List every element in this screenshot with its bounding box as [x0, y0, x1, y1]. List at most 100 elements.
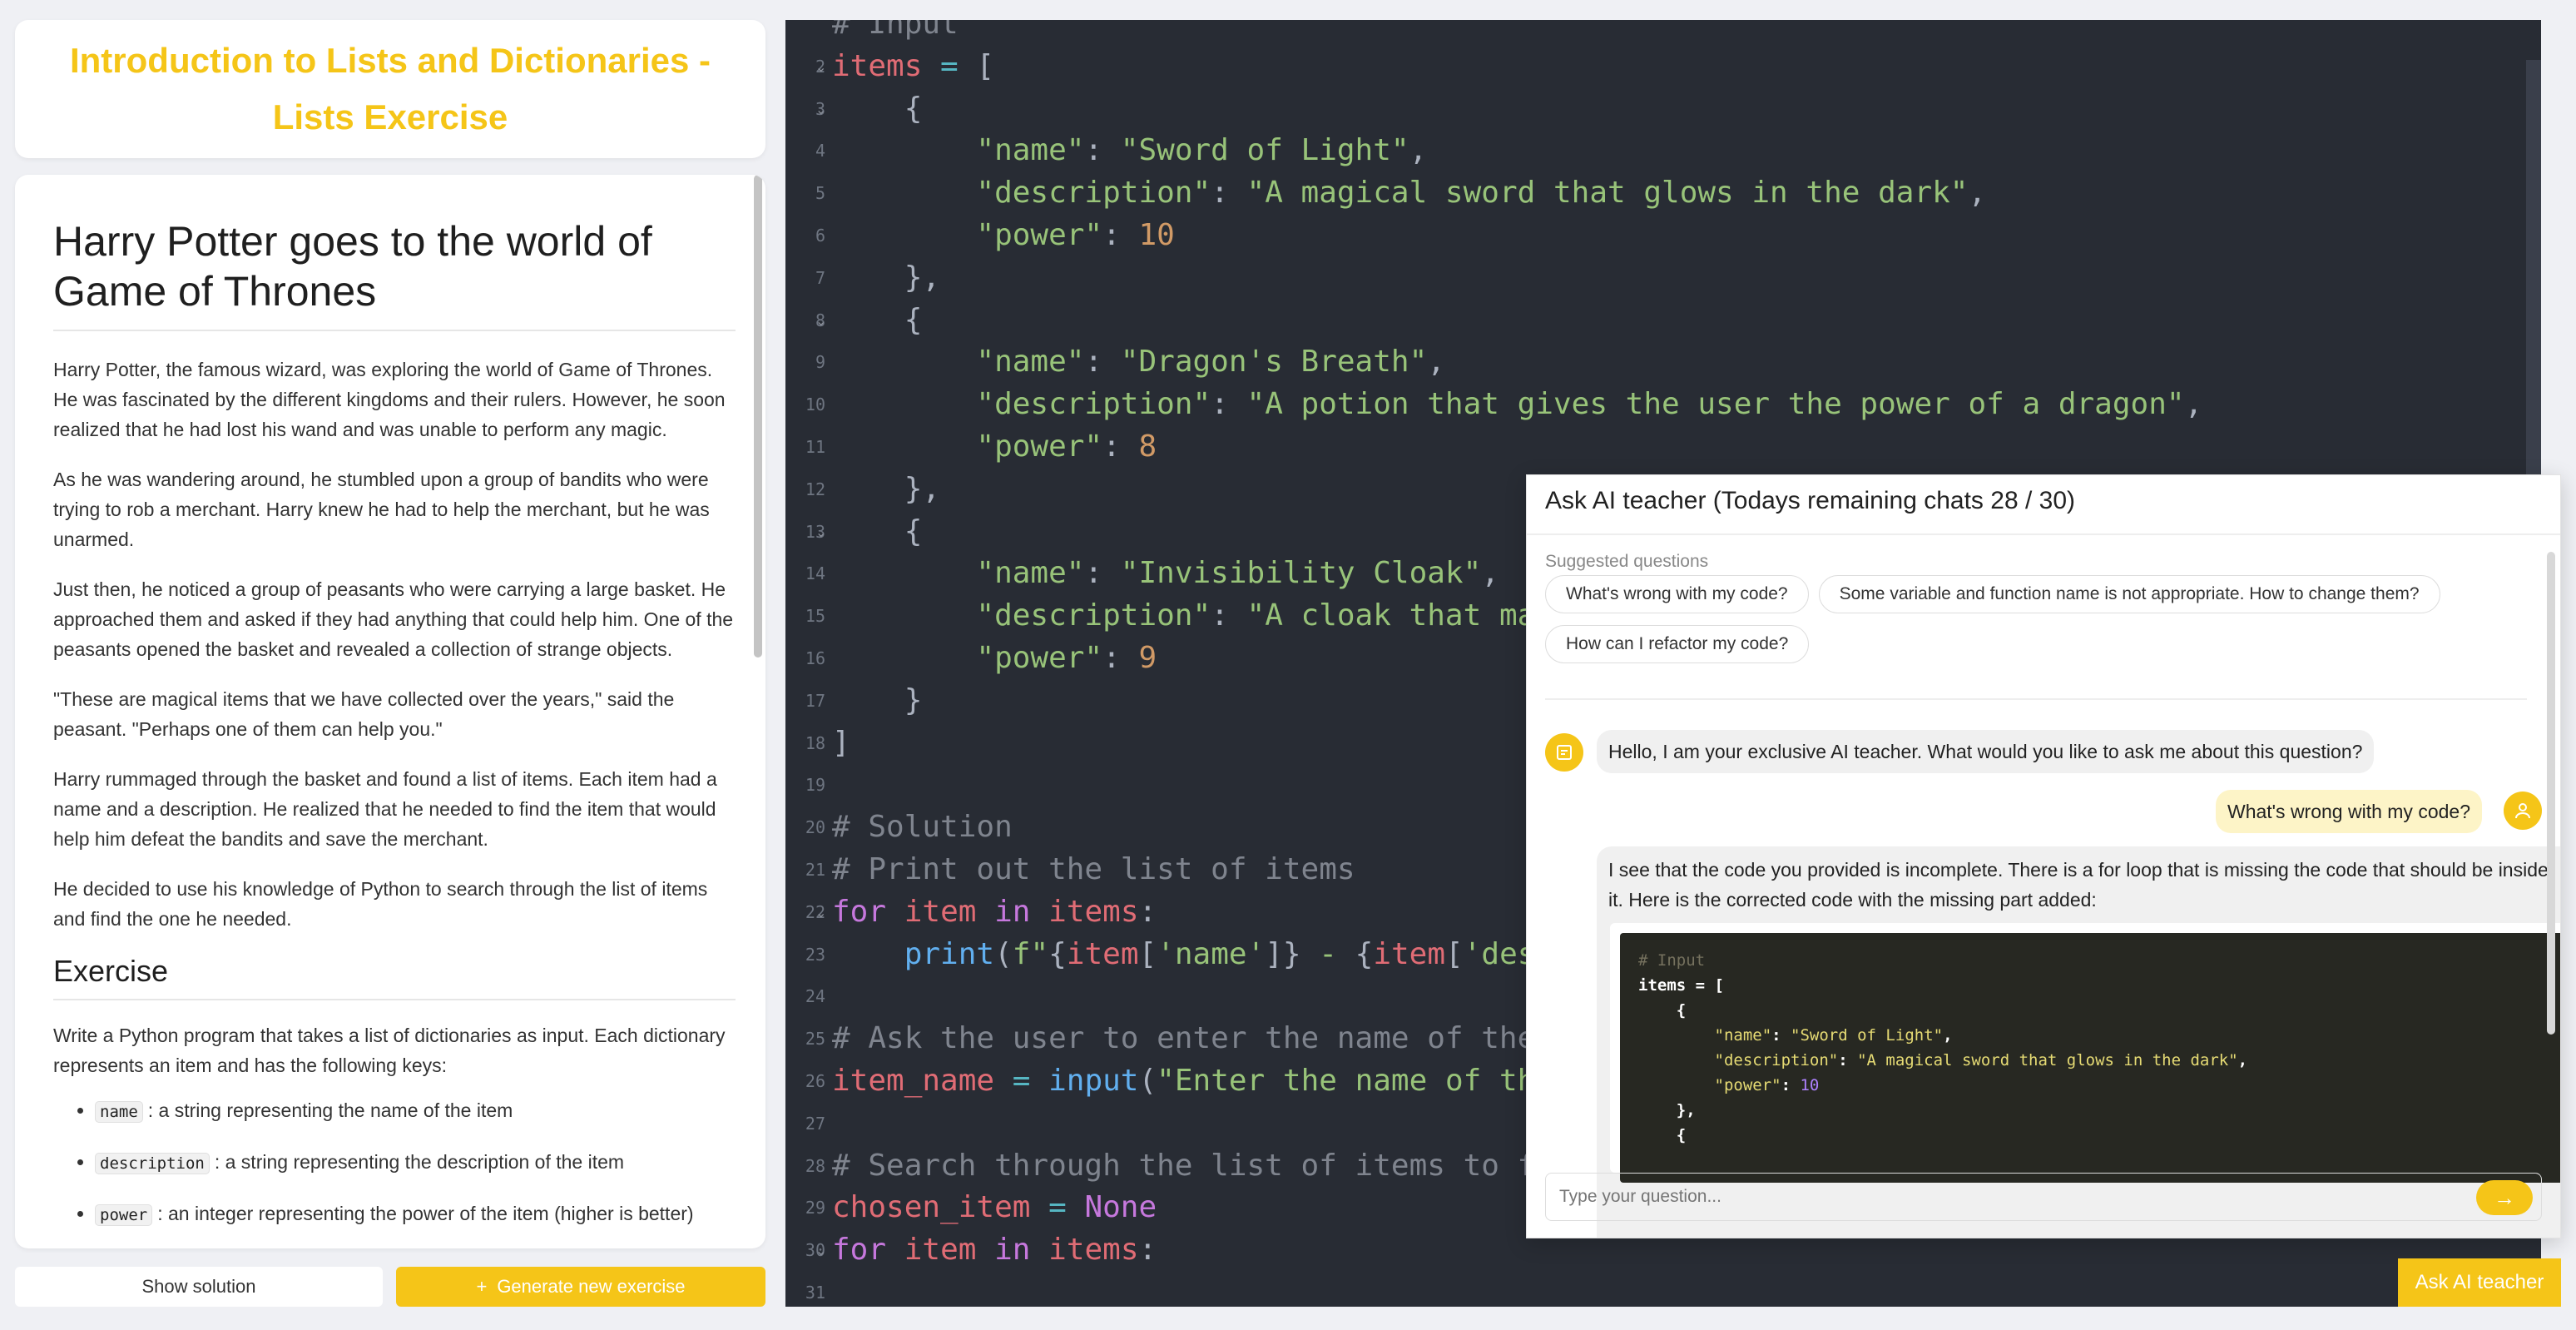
app-root: Introduction to Lists and Dictionaries -… [0, 0, 2576, 1330]
code-line[interactable]: { [832, 300, 923, 341]
code-line[interactable]: for item in items: [832, 1229, 1157, 1271]
code-line[interactable]: item_name = input("Enter the name of the [832, 1060, 1553, 1102]
ai-teacher-chat-panel: Ask AI teacher (Todays remaining chats 2… [1526, 474, 2561, 1238]
show-solution-button[interactable]: Show solution [15, 1267, 383, 1307]
code-line[interactable]: "power": 9 [832, 638, 1157, 679]
code-line[interactable]: "description": "A cloak that mak [832, 595, 1553, 637]
code-token: # Solution [832, 810, 1013, 845]
suggestion-chip-rename[interactable]: Some variable and function name is not a… [1818, 575, 2440, 613]
code-line[interactable]: { [832, 88, 923, 130]
code-token: "Sword of Light" [1120, 133, 1409, 168]
suggestion-chip-refactor[interactable]: How can I refactor my code? [1545, 625, 1810, 663]
code-token: items [832, 48, 923, 83]
fold-chevron-icon[interactable]: ⌄ [815, 511, 826, 553]
code-token: "Enter the name of the [1157, 1064, 1553, 1098]
code-line[interactable]: ] [832, 722, 850, 764]
suggestion-chip-whats-wrong[interactable]: What's wrong with my code? [1545, 575, 1809, 613]
code-line[interactable]: } [832, 680, 923, 722]
code-token: }, [1638, 1101, 1696, 1119]
generate-exercise-button[interactable]: + Generate new exercise [396, 1267, 765, 1307]
ask-ai-teacher-button[interactable]: Ask AI teacher [2398, 1258, 2561, 1307]
code-line[interactable]: # Input [832, 20, 959, 45]
code-token: : [1138, 1233, 1157, 1268]
code-token: f" [1012, 936, 1049, 971]
fold-chevron-icon[interactable]: ⌄ [815, 1229, 826, 1271]
code-token: : [1102, 429, 1139, 464]
code-token: - [1300, 936, 1355, 971]
code-line[interactable]: "description": "A magical sword that glo… [832, 172, 1986, 214]
code-line[interactable]: # Print out the list of items [832, 849, 1355, 891]
code-token: [ [1138, 936, 1157, 971]
arrow-right-icon: → [2494, 1184, 2515, 1210]
code-line[interactable]: "description": "A potion that gives the … [832, 384, 2202, 425]
fold-chevron-icon[interactable]: ⌄ [815, 300, 826, 341]
code-token: "power" [976, 218, 1103, 252]
code-token: "name" [976, 556, 1085, 591]
code-token: for [832, 894, 887, 929]
chat-input-box: → [1545, 1173, 2542, 1221]
code-token: "power" [1638, 1076, 1781, 1094]
story-paragraph: Harry Potter, the famous wizard, was exp… [53, 359, 726, 440]
code-token: [ [976, 48, 995, 83]
code-token: "power" [976, 641, 1103, 675]
code-line[interactable]: # Search through the list of items to fi [832, 1145, 1553, 1187]
send-button[interactable]: → [2476, 1180, 2533, 1215]
key-desc: : a string representing the description … [214, 1151, 625, 1173]
key-code: description [95, 1153, 210, 1174]
code-line[interactable]: chosen_item = None [832, 1187, 1157, 1228]
code-line[interactable]: for item in items: [832, 891, 1157, 933]
code-line[interactable]: "power": 8 [832, 426, 1157, 468]
editor-scrollbar[interactable] [2526, 60, 2541, 493]
list-item: name: a string representing the name of … [95, 1095, 736, 1127]
code-token: in [994, 894, 1031, 929]
code-token: [ [1445, 936, 1464, 971]
code-line[interactable]: { [832, 511, 923, 553]
code-token: "description" [1638, 1051, 1839, 1069]
story-panel[interactable]: Harry Potter goes to the world of Game o… [15, 175, 765, 1248]
code-token: 10 [1138, 218, 1175, 252]
story-scrollbar[interactable] [754, 175, 762, 658]
exercise-title-card: Introduction to Lists and Dictionaries -… [15, 20, 765, 158]
code-line[interactable]: "name": "Sword of Light", [832, 130, 1427, 171]
suggested-questions: Suggested questions What's wrong with my… [1545, 552, 2527, 675]
line-number: 6 [815, 226, 825, 246]
code-line[interactable]: "power": 10 [832, 215, 1175, 256]
code-token: { [1355, 936, 1374, 971]
question-input[interactable] [1559, 1174, 2474, 1220]
code-token: "A magical sword that glows in the dark" [1857, 1051, 2238, 1069]
code-line[interactable]: items = [ [832, 46, 994, 87]
code-token: 'name' [1157, 936, 1266, 971]
fold-chevron-icon[interactable]: ⌄ [815, 88, 826, 130]
code-token: }, [832, 471, 941, 506]
chat-scrollbar[interactable] [2547, 552, 2555, 1035]
code-line[interactable]: "name": "Dragon's Breath", [832, 341, 1445, 383]
code-line[interactable]: "name": "Invisibility Cloak", [832, 553, 1499, 594]
code-line[interactable]: }, [832, 469, 940, 510]
code-token: : [1771, 1026, 1791, 1045]
code-token: } [832, 682, 923, 717]
line-number: 28 [805, 1155, 825, 1176]
code-line[interactable]: }, [832, 257, 940, 299]
fold-chevron-icon[interactable]: ⌄ [815, 46, 826, 87]
fold-chevron-icon[interactable]: ⌄ [815, 891, 826, 933]
code-line[interactable]: # Solution [832, 806, 1013, 848]
suggested-label: Suggested questions [1545, 552, 1709, 571]
line-number: 5 [815, 183, 825, 204]
code-token: "Dragon's Breath" [1120, 345, 1428, 380]
line-number: 26 [805, 1071, 825, 1091]
code-line[interactable]: # Ask the user to enter the name of the [832, 1018, 1535, 1060]
code-token: { [832, 302, 923, 337]
code-token: item [904, 1233, 977, 1268]
exercise-text: Write a Python program that takes a list… [53, 1025, 726, 1076]
code-line[interactable]: print(f"{item['name']} - {item['desc [832, 934, 1553, 975]
